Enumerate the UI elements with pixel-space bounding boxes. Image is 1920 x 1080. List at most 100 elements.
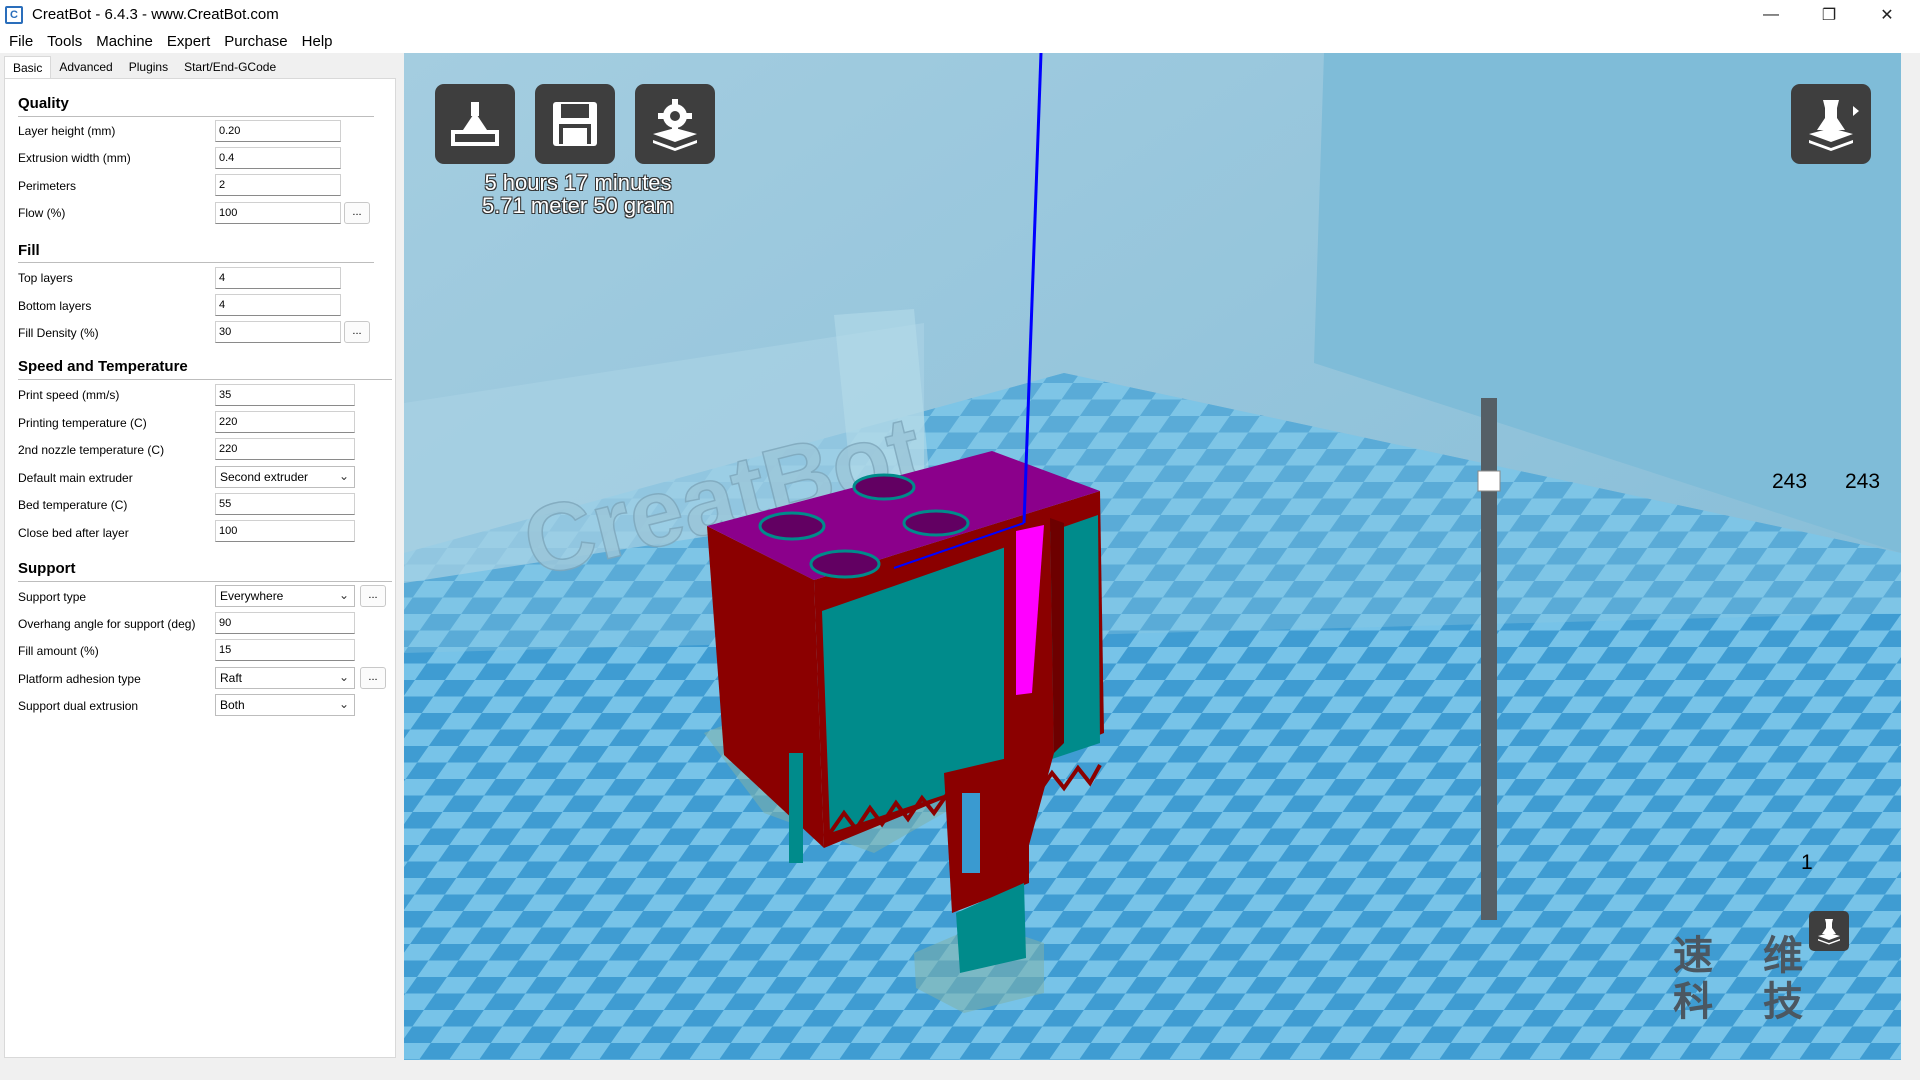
section-divider (18, 379, 392, 380)
3d-viewport[interactable]: CreatBot 5 hours 17 minutes 5.71 meter 5… (404, 53, 1901, 1060)
adhesion-value: Raft (220, 671, 243, 685)
support-type-select[interactable]: Everywhere ⌄ (215, 585, 355, 607)
fill-amount-input[interactable] (215, 639, 355, 661)
right-edge (1901, 53, 1920, 1060)
tab-start-end-gcode[interactable]: Start/End-GCode (176, 56, 284, 78)
hole (758, 511, 826, 541)
menu-purchase[interactable]: Purchase (217, 33, 294, 50)
tab-basic[interactable]: Basic (4, 56, 52, 78)
section-divider (18, 116, 374, 117)
adhesion-label: Platform adhesion type (18, 672, 141, 686)
menu-expert[interactable]: Expert (160, 33, 217, 50)
perimeters-label: Perimeters (18, 179, 77, 193)
menu-file[interactable]: File (2, 33, 40, 50)
support-type-label: Support type (18, 590, 87, 604)
load-model-button[interactable] (435, 84, 515, 164)
layer-bottom: 1 (1801, 851, 1813, 874)
layer-height-input[interactable] (215, 120, 341, 142)
dual-extrusion-value: Both (220, 698, 245, 712)
gear-layers-icon (653, 99, 697, 151)
bed-temp-label: Bed temperature (C) (18, 498, 128, 512)
tall-piece-window (962, 793, 980, 873)
chevron-down-icon: ⌄ (338, 697, 349, 711)
print-speed-label: Print speed (mm/s) (18, 388, 120, 402)
watermark-line-2: 科 技 (1673, 979, 1821, 1025)
nozzle2-temp-label: 2nd nozzle temperature (C) (18, 443, 165, 457)
printing-temp-input[interactable] (215, 411, 355, 433)
save-button[interactable] (535, 84, 615, 164)
adhesion-select[interactable]: Raft ⌄ (215, 667, 355, 689)
dual-extrusion-select[interactable]: Both ⌄ (215, 694, 355, 716)
adhesion-more-button[interactable]: ... (360, 667, 386, 689)
support-more-button[interactable]: ... (360, 585, 386, 607)
overhang-input[interactable] (215, 612, 355, 634)
print-speed-input[interactable] (215, 384, 355, 406)
basic-tab-body: Quality Layer height (mm) Extrusion widt… (4, 78, 396, 1058)
fill-amount-label: Fill amount (%) (18, 644, 99, 658)
extrusion-width-input[interactable] (215, 147, 341, 169)
app-icon: C (5, 5, 23, 24)
perimeters-input[interactable] (215, 174, 341, 196)
flow-label: Flow (%) (18, 206, 66, 220)
support-type-value: Everywhere (220, 589, 284, 603)
close-bed-label: Close bed after layer (18, 526, 129, 540)
main-extruder-label: Default main extruder (18, 471, 133, 485)
title-bar: C CreatBot - 6.4.3 - www.CreatBot.com — … (0, 0, 1920, 29)
nozzle2-temp-input[interactable] (215, 438, 355, 460)
menu-machine[interactable]: Machine (89, 33, 160, 50)
layers-view-icon (1809, 100, 1859, 151)
settings-tabs: Basic Advanced Plugins Start/End-GCode (4, 56, 284, 78)
hole (809, 549, 881, 579)
main-extruder-value: Second extruder (220, 470, 309, 484)
chevron-down-icon: ⌄ (338, 670, 349, 684)
load-icon (451, 102, 499, 146)
bottom-layers-input[interactable] (215, 294, 341, 316)
view-mode-button[interactable] (1791, 84, 1871, 164)
layer-top-left: 243 (1772, 470, 1808, 493)
menu-help[interactable]: Help (295, 33, 340, 50)
section-divider (18, 581, 392, 582)
section-speed-title: Speed and Temperature (18, 358, 188, 375)
menu-bar: File Tools Machine Expert Purchase Help (0, 29, 1920, 53)
bed-temp-input[interactable] (215, 493, 355, 515)
minimize-button[interactable]: — (1742, 0, 1800, 29)
main-extruder-select[interactable]: Second extruder ⌄ (215, 466, 355, 488)
section-fill-title: Fill (18, 242, 40, 259)
window-title: CreatBot - 6.4.3 - www.CreatBot.com (32, 6, 279, 23)
restore-button[interactable]: ❐ (1800, 0, 1858, 29)
layer-slider-handle (1477, 470, 1501, 492)
bottom-layers-label: Bottom layers (18, 299, 92, 313)
print-estimate: 5 hours 17 minutes 5.71 meter 50 gram (464, 171, 692, 217)
floppy-disk-icon (553, 102, 597, 146)
print-time: 5 hours 17 minutes (484, 170, 672, 195)
settings-panel: Basic Advanced Plugins Start/End-GCode Q… (0, 53, 400, 1060)
section-support-title: Support (18, 560, 76, 577)
flow-more-button[interactable]: ... (344, 202, 370, 224)
chevron-down-icon: ⌄ (338, 469, 349, 483)
menu-tools[interactable]: Tools (40, 33, 89, 50)
bottom-edge (0, 1060, 1920, 1080)
tab-plugins[interactable]: Plugins (121, 56, 176, 78)
watermark-line-1: 速 维 (1673, 933, 1821, 979)
layer-height-label: Layer height (mm) (18, 124, 116, 138)
print-material: 5.71 meter 50 gram (482, 193, 674, 218)
hole (852, 473, 916, 501)
close-button[interactable]: ✕ (1858, 0, 1916, 29)
extrusion-width-label: Extrusion width (mm) (18, 151, 131, 165)
layer-top-right: 243 (1845, 470, 1881, 493)
overhang-label: Overhang angle for support (deg) (18, 617, 196, 631)
printing-temp-label: Printing temperature (C) (18, 416, 147, 430)
print-settings-button[interactable] (635, 84, 715, 164)
chevron-down-icon: ⌄ (338, 588, 349, 602)
tab-advanced[interactable]: Advanced (51, 56, 120, 78)
section-quality-title: Quality (18, 95, 69, 112)
flow-input[interactable] (215, 202, 341, 224)
fill-density-input[interactable] (215, 321, 341, 343)
close-bed-input[interactable] (215, 520, 355, 542)
fill-density-label: Fill Density (%) (18, 326, 99, 340)
hole (902, 509, 970, 537)
fill-more-button[interactable]: ... (344, 321, 370, 343)
top-layers-input[interactable] (215, 267, 341, 289)
box-support-post (789, 753, 803, 863)
top-layers-label: Top layers (18, 271, 73, 285)
